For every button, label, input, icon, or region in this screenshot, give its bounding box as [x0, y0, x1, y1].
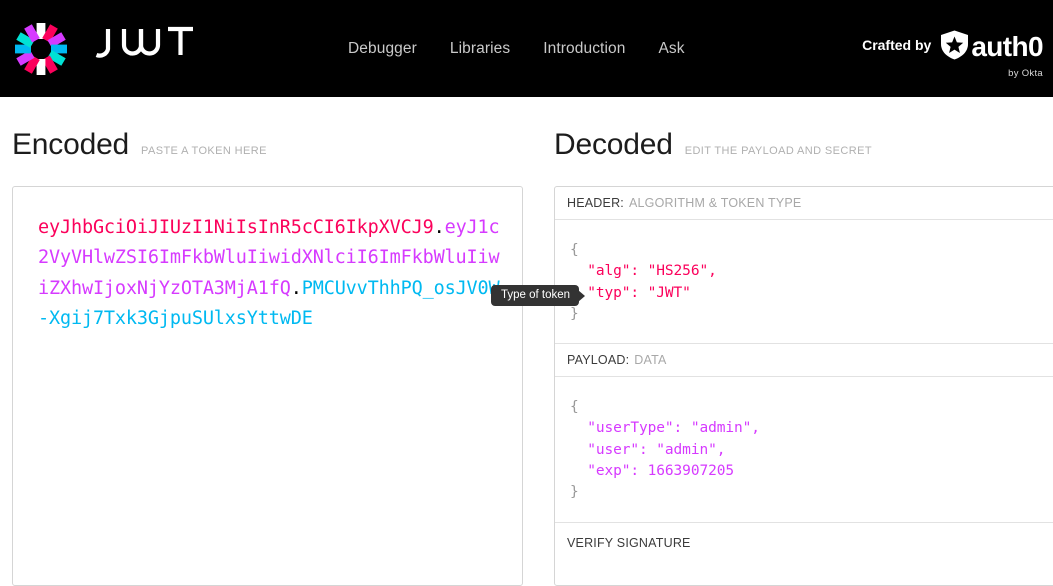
payload-label-hint: DATA [634, 353, 667, 368]
brand-home-link[interactable] [12, 20, 196, 78]
encoded-title: Encoded [12, 128, 130, 161]
header-label-strong: HEADER: [567, 196, 624, 210]
header-section-label: HEADER: ALGORITHM & TOKEN TYPE [555, 187, 1053, 220]
payload-json-editor[interactable]: { "userType": "admin", "user": "admin", … [555, 377, 1053, 523]
decoded-title: Decoded [554, 128, 673, 161]
crafted-by-auth0[interactable]: Crafted by auth0 by Okta [862, 29, 1044, 79]
auth0-lockup: auth0 by Okta [939, 29, 1044, 79]
header-json-line: "typ": "JWT" [570, 284, 691, 301]
auth0-wordmark: auth0 [971, 31, 1043, 62]
top-navbar: Debugger Libraries Introduction Ask Craf… [0, 0, 1053, 97]
token-text[interactable]: eyJhbGciOiJIUzI1NiIsInR5cCI6IkpXVCJ9.eyJ… [13, 187, 522, 334]
nav-link-libraries[interactable]: Libraries [450, 40, 510, 58]
encoded-heading: Encoded PASTE A TOKEN HERE [12, 128, 267, 162]
payload-json-line: "exp": 1663907205 [570, 463, 734, 480]
token-separator-1: . [433, 217, 445, 238]
verify-label-strong: VERIFY SIGNATURE [567, 535, 691, 550]
payload-json-line: "userType": "admin", [570, 420, 760, 437]
header-open-brace: { [570, 242, 579, 258]
jwt-wordmark [94, 25, 196, 72]
header-json-editor[interactable]: { "alg": "HS256", "typ": "JWT" } [555, 220, 1053, 345]
token-separator-2: . [290, 277, 302, 299]
verify-signature-label: VERIFY SIGNATURE [555, 523, 1053, 563]
decoded-panel: HEADER: ALGORITHM & TOKEN TYPE { "alg": … [554, 186, 1053, 586]
header-close-brace: } [570, 305, 579, 322]
auth0-shield-icon [939, 29, 970, 65]
main-nav: Debugger Libraries Introduction Ask [348, 40, 685, 58]
payload-json-line: "user": "admin", [570, 441, 726, 458]
jwt-burst-logo-icon [12, 20, 70, 78]
crafted-by-label: Crafted by [862, 37, 932, 53]
token-header-part: eyJhbGciOiJIUzI1NiIsInR5cCI6IkpXVCJ9 [38, 217, 434, 238]
payload-section-label: PAYLOAD: DATA [555, 344, 1053, 378]
encoded-subtitle: PASTE A TOKEN HERE [141, 145, 267, 157]
nav-link-debugger[interactable]: Debugger [348, 40, 417, 58]
payload-open-brace: { [570, 399, 579, 416]
nav-link-ask[interactable]: Ask [658, 40, 684, 58]
payload-label-strong: PAYLOAD: [567, 353, 630, 368]
auth0-by-okta-label: by Okta [1008, 68, 1043, 79]
nav-link-introduction[interactable]: Introduction [543, 40, 625, 58]
header-json-line: "alg": "HS256", [570, 263, 717, 280]
type-of-token-tooltip: Type of token [491, 285, 586, 306]
header-label-hint: ALGORITHM & TOKEN TYPE [628, 196, 802, 210]
payload-close-brace: } [570, 484, 579, 501]
decoded-heading: Decoded EDIT THE PAYLOAD AND SECRET [554, 128, 872, 162]
decoded-subtitle: EDIT THE PAYLOAD AND SECRET [684, 145, 872, 157]
encoded-token-input[interactable]: eyJhbGciOiJIUzI1NiIsInR5cCI6IkpXVCJ9.eyJ… [12, 186, 523, 586]
